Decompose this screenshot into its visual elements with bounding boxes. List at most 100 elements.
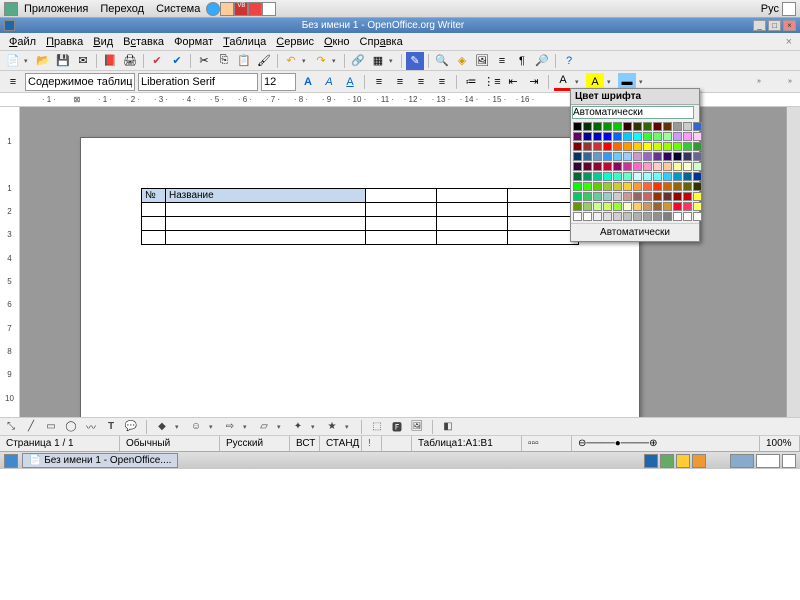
keyboard-layout[interactable]: Рус: [761, 3, 779, 15]
places-menu[interactable]: Переход: [94, 3, 150, 15]
color-swatch[interactable]: [643, 132, 652, 141]
workspace-2[interactable]: [756, 454, 780, 468]
color-swatch[interactable]: [593, 192, 602, 201]
new-dropdown[interactable]: ▾: [24, 57, 32, 65]
color-swatch[interactable]: [623, 132, 632, 141]
color-swatch[interactable]: [623, 122, 632, 131]
nonprinting-button[interactable]: ¶: [513, 52, 531, 70]
paste-button[interactable]: 📋: [235, 52, 253, 70]
menu-Сервис[interactable]: Сервис: [271, 36, 319, 48]
color-swatch[interactable]: [673, 192, 682, 201]
page-style-status[interactable]: Обычный: [120, 436, 220, 451]
selection-mode-status[interactable]: СТАНД: [320, 436, 362, 451]
color-swatch[interactable]: [613, 142, 622, 151]
arrow-shapes[interactable]: ⇨: [223, 420, 237, 434]
color-swatch[interactable]: [633, 182, 642, 191]
highlight-dropdown[interactable]: ▾: [607, 78, 615, 86]
color-swatch[interactable]: [653, 192, 662, 201]
select-tool[interactable]: ⤡: [4, 420, 18, 434]
color-swatch[interactable]: [623, 202, 632, 211]
color-swatch[interactable]: [613, 192, 622, 201]
menu-Вид[interactable]: Вид: [88, 36, 118, 48]
color-swatch[interactable]: [663, 162, 672, 171]
color-swatch[interactable]: [583, 192, 592, 201]
browser-icon[interactable]: [206, 2, 220, 16]
table-cell[interactable]: [508, 189, 579, 203]
color-swatch[interactable]: [683, 132, 692, 141]
show-desktop-icon[interactable]: [4, 454, 18, 468]
color-swatch[interactable]: [693, 132, 702, 141]
italic-button[interactable]: A: [320, 73, 338, 91]
color-swatch[interactable]: [673, 202, 682, 211]
color-swatch[interactable]: [593, 162, 602, 171]
color-swatch[interactable]: [643, 172, 652, 181]
color-swatch[interactable]: [613, 172, 622, 181]
trash-icon[interactable]: [782, 454, 796, 468]
apps-menu[interactable]: Приложения: [18, 3, 94, 15]
color-swatch[interactable]: [603, 162, 612, 171]
increase-indent-button[interactable]: ⇥: [525, 73, 543, 91]
color-swatch[interactable]: [643, 182, 652, 191]
color-swatch[interactable]: [663, 192, 672, 201]
color-swatch[interactable]: [663, 182, 672, 191]
basic-shapes[interactable]: ◆: [155, 420, 169, 434]
color-swatch[interactable]: [683, 182, 692, 191]
color-swatch[interactable]: [633, 162, 642, 171]
print-button[interactable]: 🖨: [121, 52, 139, 70]
color-swatch[interactable]: [593, 142, 602, 151]
color-swatch[interactable]: [643, 142, 652, 151]
color-swatch[interactable]: [583, 202, 592, 211]
color-swatch[interactable]: [653, 212, 662, 221]
from-file-tool[interactable]: 🖼: [410, 420, 424, 434]
color-swatch[interactable]: [573, 172, 582, 181]
export-pdf-button[interactable]: 📕: [101, 52, 119, 70]
minimize-button[interactable]: _: [753, 20, 766, 31]
menu-Правка[interactable]: Правка: [41, 36, 88, 48]
color-swatch[interactable]: [683, 192, 692, 201]
color-swatch[interactable]: [583, 212, 592, 221]
tray-applet-icon[interactable]: [782, 2, 796, 16]
underline-button[interactable]: A: [341, 73, 359, 91]
align-justify-button[interactable]: ≡: [433, 73, 451, 91]
color-swatch[interactable]: [593, 212, 602, 221]
color-swatch[interactable]: [633, 202, 642, 211]
color-swatch[interactable]: [573, 152, 582, 161]
color-swatch[interactable]: [683, 202, 692, 211]
vbox-icon[interactable]: VB: [234, 2, 248, 16]
maximize-button[interactable]: □: [768, 20, 781, 31]
undo-dropdown[interactable]: ▾: [302, 57, 310, 65]
callout-shapes[interactable]: ✦: [291, 420, 305, 434]
color-swatch[interactable]: [603, 202, 612, 211]
font-name-combo[interactable]: [138, 73, 258, 91]
color-swatch[interactable]: [613, 162, 622, 171]
color-swatch[interactable]: [613, 212, 622, 221]
vertical-ruler[interactable]: 112345678910: [0, 107, 20, 417]
color-swatch[interactable]: [593, 122, 602, 131]
auto-color-field[interactable]: [572, 106, 694, 119]
email-button[interactable]: ✉: [74, 52, 92, 70]
color-swatch[interactable]: [653, 172, 662, 181]
color-swatch[interactable]: [643, 162, 652, 171]
color-swatch[interactable]: [663, 152, 672, 161]
color-swatch[interactable]: [633, 142, 642, 151]
menu-Окно[interactable]: Окно: [319, 36, 355, 48]
color-swatch[interactable]: [643, 192, 652, 201]
zoom-slider[interactable]: ⊖────●────⊕: [572, 436, 760, 451]
color-swatch[interactable]: [693, 162, 702, 171]
color-swatch[interactable]: [663, 132, 672, 141]
color-swatch[interactable]: [603, 182, 612, 191]
color-swatch[interactable]: [693, 182, 702, 191]
redo-button[interactable]: ↷: [312, 52, 330, 70]
mail-icon[interactable]: [220, 2, 234, 16]
color-swatch[interactable]: [653, 162, 662, 171]
color-swatch[interactable]: [573, 122, 582, 131]
app-icon[interactable]: [248, 2, 262, 16]
network-icon[interactable]: [644, 454, 658, 468]
color-swatch[interactable]: [603, 172, 612, 181]
color-swatch[interactable]: [683, 172, 692, 181]
view-layout-status[interactable]: ▫▫▫: [522, 436, 572, 451]
zoom-value[interactable]: 100%: [760, 436, 800, 451]
color-swatch[interactable]: [593, 202, 602, 211]
color-swatch[interactable]: [673, 152, 682, 161]
color-swatch[interactable]: [633, 132, 642, 141]
